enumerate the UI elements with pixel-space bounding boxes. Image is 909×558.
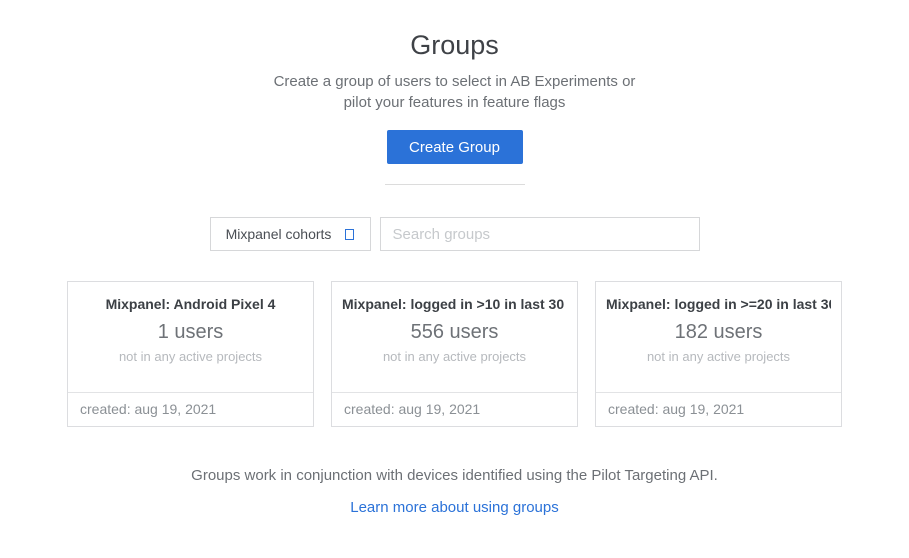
page-footer: Groups work in conjunction with devices … <box>0 467 909 517</box>
group-card-status: not in any active projects <box>78 349 303 364</box>
page-title: Groups <box>0 30 909 61</box>
filter-bar: Mixpanel cohorts <box>0 217 909 251</box>
page-header: Groups Create a group of users to select… <box>0 30 909 185</box>
group-card-users-count: 182 users <box>606 321 831 344</box>
header-divider <box>385 184 525 185</box>
footer-info: Groups work in conjunction with devices … <box>0 467 909 484</box>
group-card-body: Mixpanel: logged in >10 in last 30 ... 5… <box>332 282 577 392</box>
group-card-created: created: aug 19, 2021 <box>332 392 577 426</box>
group-card-users-count: 556 users <box>342 321 567 344</box>
create-group-button[interactable]: Create Group <box>387 130 523 164</box>
groups-page: Groups Create a group of users to select… <box>0 0 909 517</box>
learn-more-link[interactable]: Learn more about using groups <box>350 499 558 516</box>
group-card-body: Mixpanel: logged in >=20 in last 30... 1… <box>596 282 841 392</box>
group-card-title: Mixpanel: logged in >10 in last 30 ... <box>342 296 567 312</box>
search-groups-input[interactable] <box>380 217 700 251</box>
group-cards: Mixpanel: Android Pixel 4 1 users not in… <box>0 281 909 427</box>
group-card-users-count: 1 users <box>78 321 303 344</box>
group-card-created: created: aug 19, 2021 <box>68 392 313 426</box>
cohort-source-dropdown[interactable]: Mixpanel cohorts <box>210 217 371 251</box>
dropdown-caret-icon <box>345 229 354 240</box>
group-card-title: Mixpanel: logged in >=20 in last 30... <box>606 296 831 312</box>
page-subtitle: Create a group of users to select in AB … <box>265 71 645 113</box>
group-card-body: Mixpanel: Android Pixel 4 1 users not in… <box>68 282 313 392</box>
group-card-status: not in any active projects <box>606 349 831 364</box>
group-card[interactable]: Mixpanel: Android Pixel 4 1 users not in… <box>67 281 314 427</box>
group-card-created: created: aug 19, 2021 <box>596 392 841 426</box>
group-card-status: not in any active projects <box>342 349 567 364</box>
group-card-title: Mixpanel: Android Pixel 4 <box>78 296 303 312</box>
cohort-source-value: Mixpanel cohorts <box>226 226 332 242</box>
group-card[interactable]: Mixpanel: logged in >10 in last 30 ... 5… <box>331 281 578 427</box>
group-card[interactable]: Mixpanel: logged in >=20 in last 30... 1… <box>595 281 842 427</box>
